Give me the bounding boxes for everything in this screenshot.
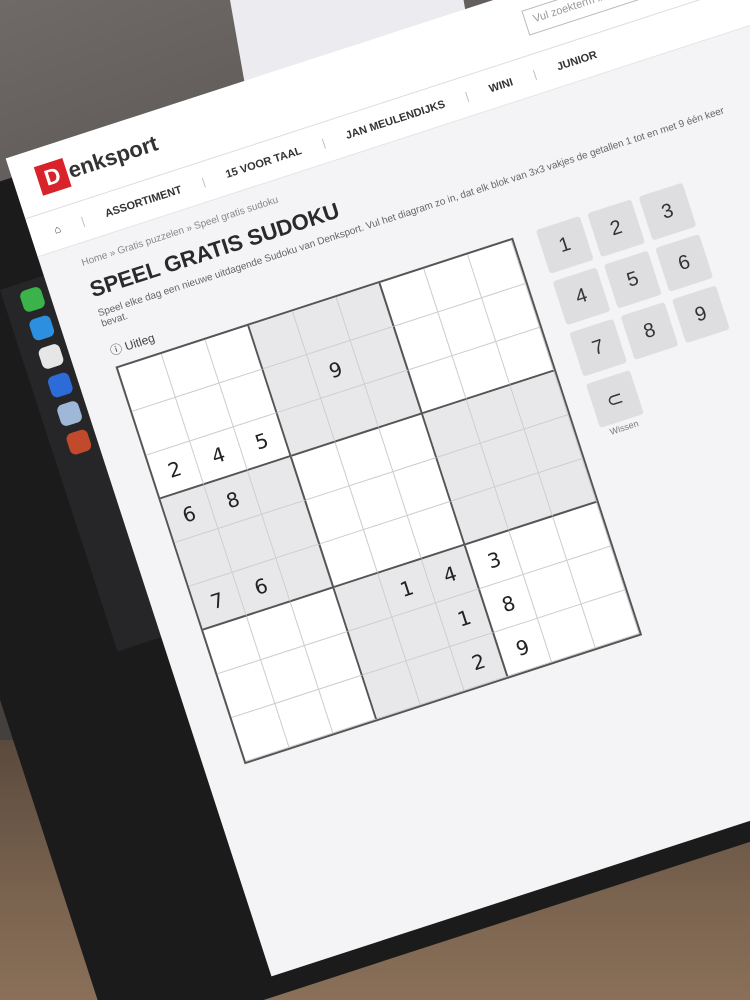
app-icon[interactable]	[45, 371, 74, 400]
keypad-key-3[interactable]: 3	[638, 182, 697, 241]
app-icon[interactable]	[55, 399, 83, 428]
keypad-key-2[interactable]: 2	[587, 199, 646, 258]
erase-icon: ⊂	[603, 386, 627, 413]
app-icon[interactable]	[36, 342, 65, 371]
home-icon[interactable]: ⌂	[52, 223, 62, 236]
keypad-key-9[interactable]: 9	[671, 285, 730, 344]
nav-item-wini[interactable]: WINI	[487, 76, 514, 95]
logo-text: enksport	[64, 130, 161, 183]
nav-item-junior[interactable]: JUNIOR	[555, 49, 598, 73]
keypad-key-7[interactable]: 7	[569, 318, 628, 377]
keypad-key-5[interactable]: 5	[603, 250, 662, 309]
keypad-key-4[interactable]: 4	[552, 267, 611, 326]
keypad-key-6[interactable]: 6	[655, 233, 714, 292]
keypad-key-1[interactable]: 1	[535, 215, 594, 274]
keypad-key-8[interactable]: 8	[620, 301, 679, 360]
app-icon[interactable]	[64, 428, 93, 457]
app-icon[interactable]	[18, 285, 46, 314]
app-icon[interactable]	[27, 314, 56, 342]
